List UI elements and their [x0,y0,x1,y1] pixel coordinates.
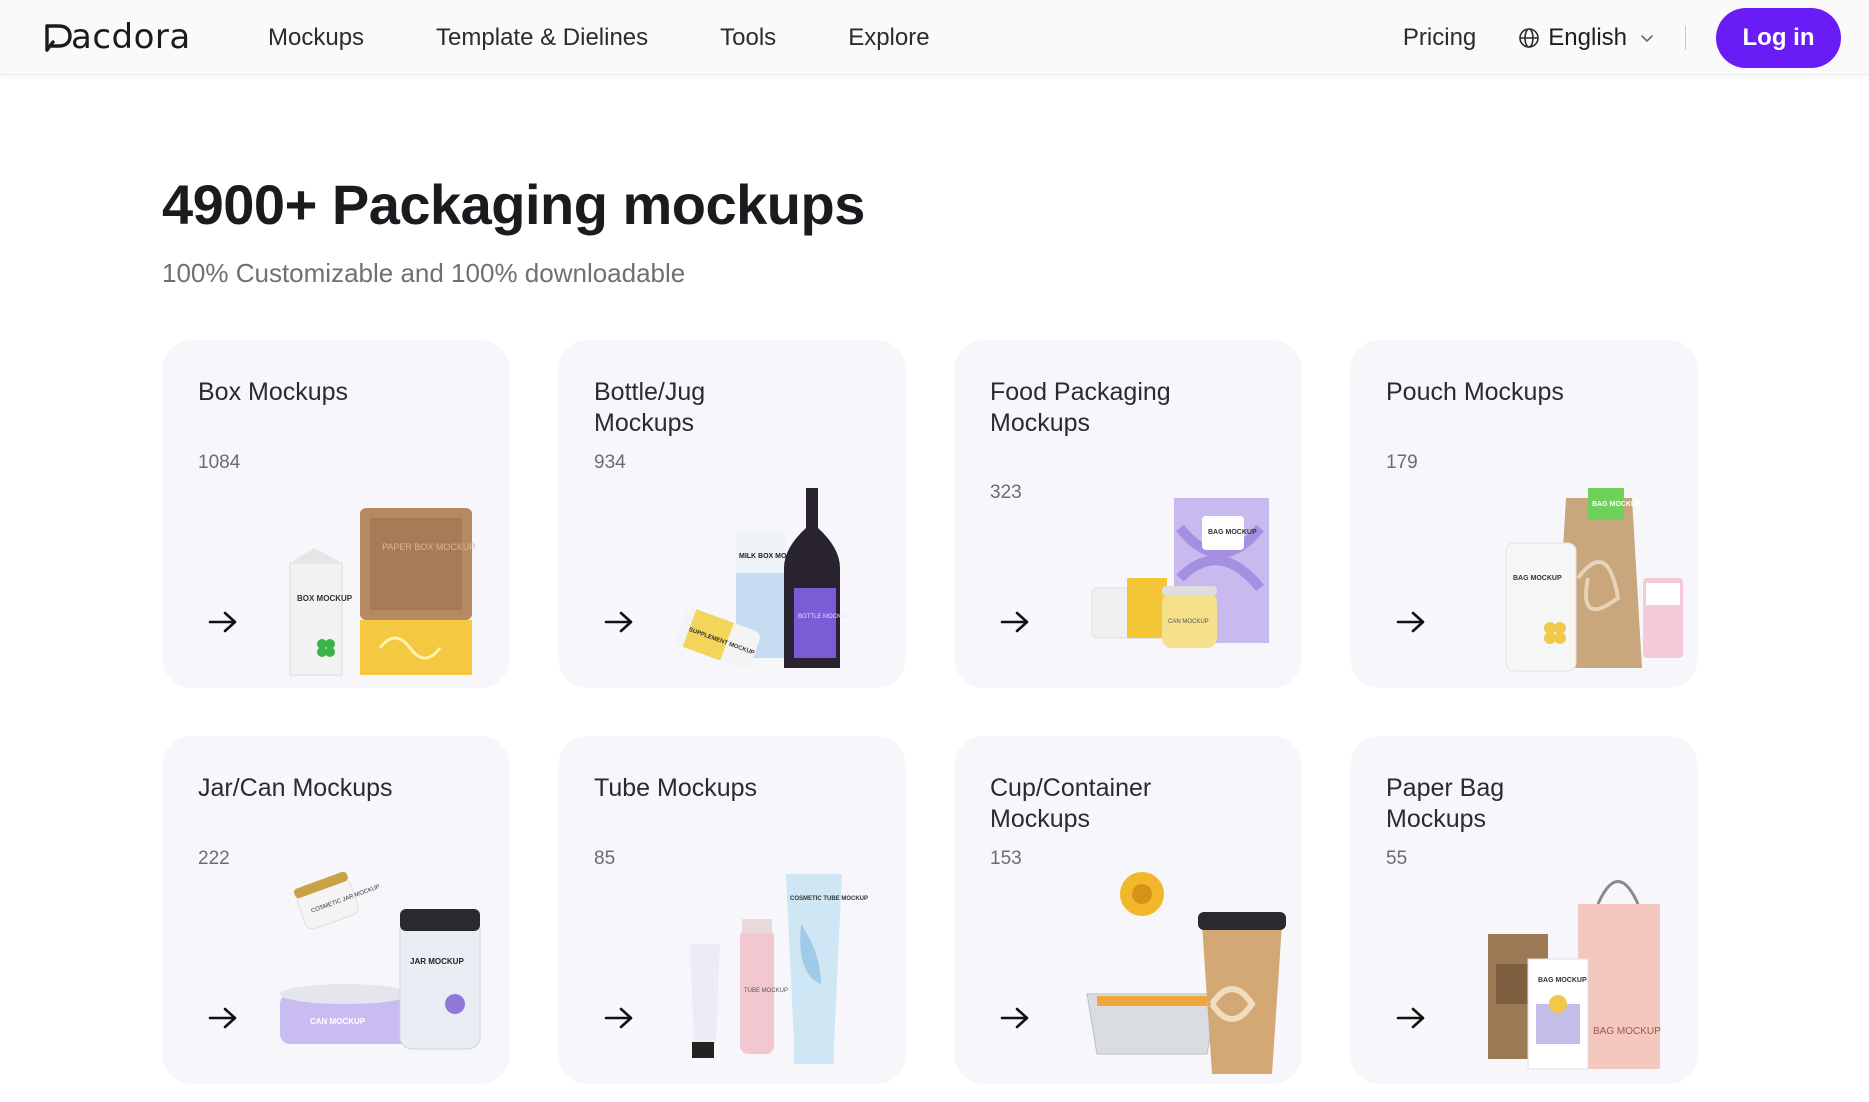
card-title: Cup/Container Mockups [990,774,1152,833]
box-label: BOX MOCKUP [297,594,353,603]
card-title: Jar/Can Mockups [198,774,393,802]
bag-label: BAG MOCKUP [1592,501,1641,508]
category-card-pouch[interactable]: Pouch Mockups 179 BAG MOCKUP BAG MOCKUP [1350,340,1698,688]
nav-link-mockups[interactable]: Mockups [268,24,364,52]
card-title: Bottle/Jug Mockups [594,378,706,437]
category-card-jar-can[interactable]: Jar/Can Mockups 222 COSMETIC JAR MOCKUP … [162,736,510,1084]
nav-link-pricing[interactable]: Pricing [1403,24,1476,52]
cosmetic-tube-label: COSMETIC TUBE MOCKUP [790,896,868,902]
pouch-mockup-art-icon: BAG MOCKUP BAG MOCKUP [1505,488,1683,672]
category-card-paper-bag[interactable]: Paper Bag Mockups 55 BAG MOCKUP BAG MOCK… [1350,736,1698,1084]
card-count: 179 [1386,452,1418,473]
card-count: 1084 [198,452,241,473]
card-title: Box Mockups [198,378,349,406]
login-button[interactable]: Log in [1716,7,1841,68]
card-title: Pouch Mockups [1386,378,1564,406]
card-count: 222 [198,848,230,869]
bottle-mockup-art-icon: MILK BOX MOCKUP BOTTLE MOCKUP SUPPLEMENT… [675,488,849,669]
arrow-right-icon[interactable] [1396,610,1426,634]
nav-right: Pricing English Log in [1403,0,1841,75]
can-label: CAN MOCKUP [310,1017,366,1026]
nav-link-tools[interactable]: Tools [720,24,776,52]
language-label: English [1548,23,1627,51]
card-count: 323 [990,482,1022,503]
arrow-right-icon[interactable] [208,1006,238,1030]
nav-divider [1685,25,1686,50]
tube-mockup-art-icon: TUBE MOCKUP COSMETIC TUBE MOCKUP [690,874,868,1064]
card-count: 85 [594,848,616,869]
nav-link-templates-dielines[interactable]: Template & Dielines [436,24,648,52]
bottle-label: BOTTLE MOCKUP [798,614,849,620]
arrow-right-icon[interactable] [1000,1006,1030,1030]
arrow-right-icon[interactable] [1000,610,1030,634]
arrow-right-icon[interactable] [604,610,634,634]
top-nav: acdora Mockups Template & Dielines Tools… [0,0,1869,75]
page-title: 4900+ Packaging mockups [162,173,865,236]
pacdora-logo-icon [45,24,72,52]
card-count: 55 [1386,848,1408,869]
arrow-right-icon[interactable] [1396,1006,1426,1030]
card-title: Paper Bag Mockups [1386,774,1505,833]
brand-name: acdora [71,17,191,57]
language-selector[interactable]: English [1518,24,1655,52]
category-card-bottle-jug[interactable]: Bottle/Jug Mockups 934 MILK BOX MOCKUP B… [558,340,906,688]
card-count: 153 [990,848,1022,869]
category-card-tube[interactable]: Tube Mockups 85 TUBE MOCKUP COSMETIC TUB… [558,736,906,1084]
nav-links: Mockups Template & Dielines Tools Explor… [268,0,1002,75]
arrow-right-icon[interactable] [208,610,238,634]
jar-can-art-icon: COSMETIC JAR MOCKUP CAN MOCKUP JAR MOCKU… [280,871,481,1050]
card-title: Food Packaging Mockups [990,378,1171,437]
paper-bag-label: BAG MOCKUP [1593,1026,1661,1037]
card-title: Tube Mockups [594,774,758,802]
paper-box-label: PAPER BOX MOCKUP [382,542,475,552]
box-mockup-art-icon: BOX MOCKUP PAPER BOX MOCKUP [289,508,475,676]
card-count: 934 [594,452,626,473]
nav-link-explore[interactable]: Explore [848,24,929,52]
pouch-bag-label: BAG MOCKUP [1513,575,1562,582]
food-packaging-art-icon: BAG MOCKUP CAN MOCKUP [1091,498,1269,648]
mini-bag-label: BAG MOCKUP [1538,977,1587,984]
globe-icon [1519,27,1540,48]
arrow-right-icon[interactable] [604,1006,634,1030]
page-subtitle: 100% Customizable and 100% downloadable [162,258,686,288]
tube-label: TUBE MOCKUP [744,988,788,994]
chevron-down-icon [1641,34,1653,42]
cup-container-art-icon [1086,872,1286,1074]
category-card-cup-container[interactable]: Cup/Container Mockups 153 [954,736,1302,1084]
bag-label: BAG MOCKUP [1208,529,1257,536]
category-card-food-packaging[interactable]: Food Packaging Mockups 323 BAG MOCKUP CA… [954,340,1302,688]
brand-logo[interactable]: acdora [41,17,191,57]
paper-bag-art-icon: BAG MOCKUP BAG MOCKUP [1488,880,1661,1070]
can-small-label: CAN MOCKUP [1168,619,1209,625]
category-grid: Box Mockups 1084 BOX MOCKUP PAPER BOX MO… [162,340,1698,1084]
category-card-box[interactable]: Box Mockups 1084 BOX MOCKUP PAPER BOX MO… [162,340,510,688]
jar-label: JAR MOCKUP [410,957,464,966]
